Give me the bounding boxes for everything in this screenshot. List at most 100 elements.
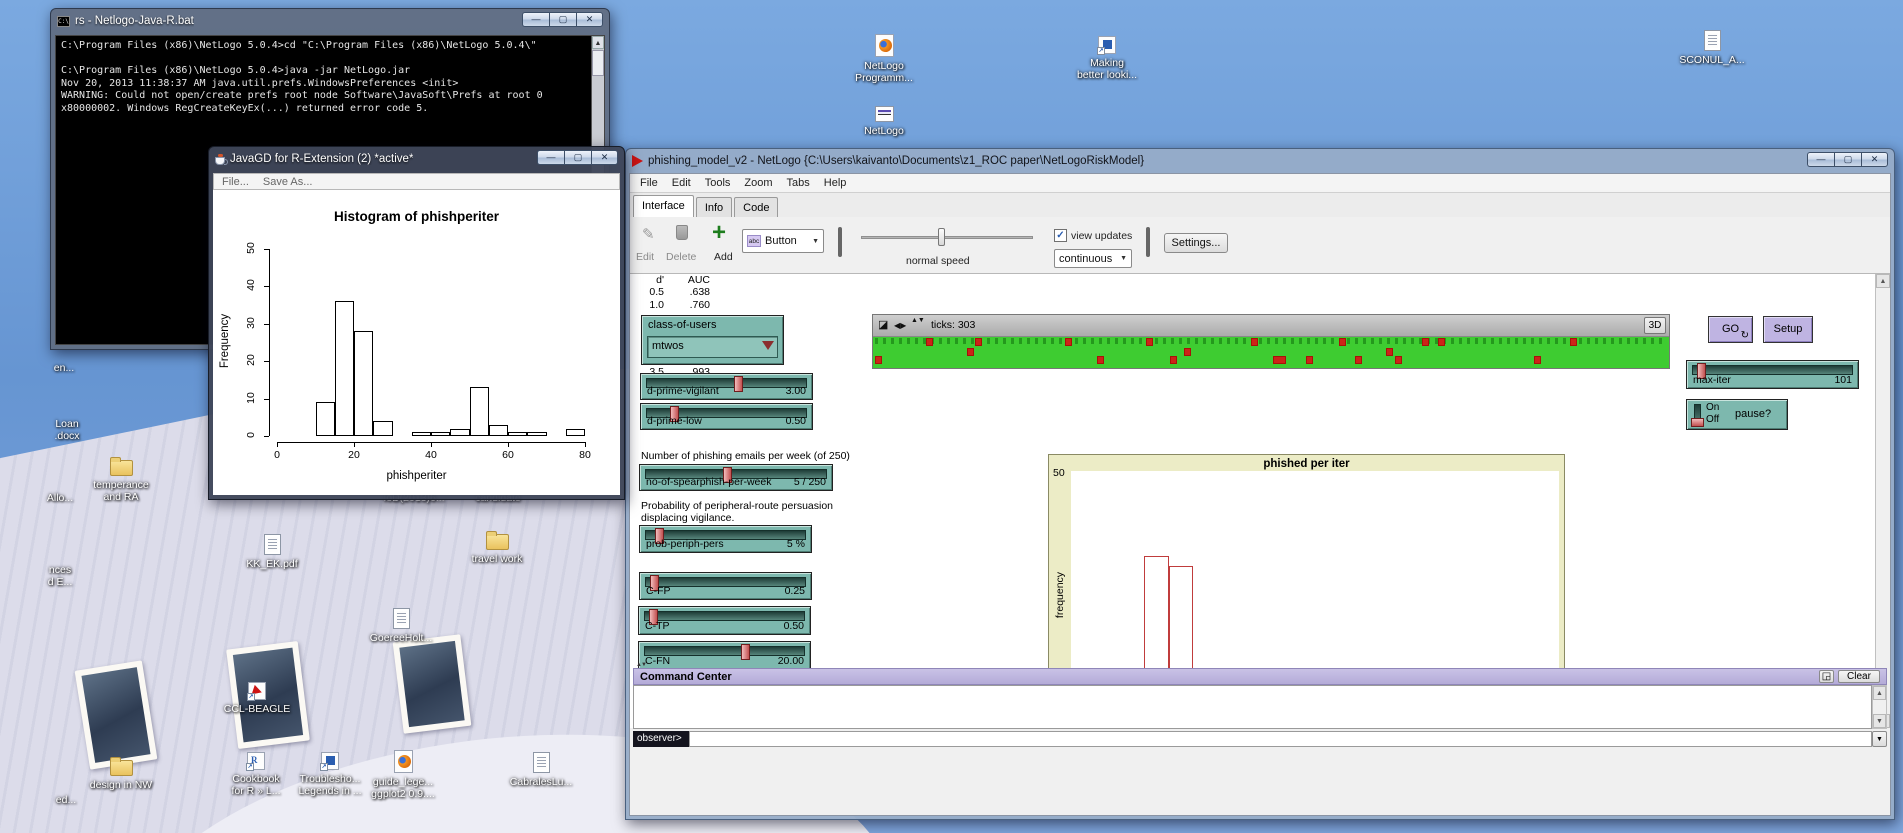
tab-code[interactable]: Code: [734, 197, 778, 217]
speed-slider-track[interactable]: [861, 236, 1033, 239]
javagd-menu-file[interactable]: File...: [222, 176, 249, 188]
agent-glyph: [875, 338, 878, 344]
tab-interface[interactable]: Interface: [633, 195, 694, 217]
view-updates-checkbox[interactable]: ✓: [1054, 229, 1067, 242]
dprime-auc-row: 0.5.638: [630, 286, 716, 299]
desktop-icon-guide-lege-[interactable]: guide_lege...ggplot2 0.9....: [355, 750, 451, 800]
javagd-menu-saveas[interactable]: Save As...: [263, 176, 313, 188]
desktop-icon-nces[interactable]: ncesd E...: [12, 564, 108, 588]
delete-icon[interactable]: [676, 225, 688, 240]
slider-c-fn[interactable]: C-FN20.00: [638, 641, 811, 670]
minimize-button[interactable]: —: [537, 150, 564, 165]
command-center-popout-icon[interactable]: ◲: [1819, 670, 1834, 683]
view-zoom-icon: ◪: [878, 318, 888, 331]
menu-help[interactable]: Help: [818, 175, 853, 191]
agent-glyph: [1643, 338, 1646, 344]
close-button[interactable]: ✕: [591, 150, 618, 165]
slider-no-of-spearphish-per-week[interactable]: no-of-spearphish-per-week5 / 250: [639, 464, 833, 491]
desktop-icon-loan[interactable]: Loan.docx: [19, 418, 115, 442]
scroll-up-arrow[interactable]: ▲: [1873, 686, 1886, 700]
close-button[interactable]: ✕: [1861, 152, 1888, 167]
menu-file[interactable]: File: [634, 175, 664, 191]
switch-on-label: On: [1706, 402, 1719, 413]
command-center-output[interactable]: [633, 685, 1872, 729]
minimize-button[interactable]: —: [522, 12, 549, 27]
doc-icon: [1664, 30, 1760, 51]
slider-max-iter[interactable]: max-iter101: [1686, 360, 1859, 389]
menu-tabs[interactable]: Tabs: [781, 175, 816, 191]
edit-icon[interactable]: ✎: [642, 225, 655, 243]
desktop-icon-goereeholt-[interactable]: GoereeHolt...: [353, 608, 449, 644]
desktop-icon-design-in-nw[interactable]: design in NW: [73, 760, 169, 791]
agent-glyph: [987, 338, 990, 344]
slider-c-fp[interactable]: C-FP0.25: [639, 572, 812, 600]
command-input[interactable]: [689, 731, 1872, 747]
menu-edit[interactable]: Edit: [666, 175, 697, 191]
forever-icon: ↻: [1741, 331, 1749, 341]
cc-output-scrollbar[interactable]: ▲ ▼: [1872, 685, 1887, 729]
tab-info[interactable]: Info: [696, 197, 732, 217]
speed-label: normal speed: [906, 255, 970, 267]
desktop-icon-en-[interactable]: en...: [16, 362, 112, 374]
scroll-down-arrow[interactable]: ▼: [1873, 714, 1886, 728]
agent-glyph: [1155, 338, 1158, 344]
agent-glyph: [1467, 338, 1470, 344]
desktop-icon-kk-ek-pdf[interactable]: KK_EK.pdf: [224, 534, 320, 570]
speed-slider-handle[interactable]: [938, 228, 945, 246]
desktop-icon-sconul-a-[interactable]: SCONUL_A...: [1664, 30, 1760, 66]
desktop-icon-cabraleslu-[interactable]: CabralesLu...: [493, 752, 589, 788]
desktop-icon-travel-work[interactable]: travel work: [449, 534, 545, 565]
desktop-icon-netlogo[interactable]: NetLogoProgramm...: [836, 34, 932, 84]
command-history-dropdown[interactable]: ▼: [1872, 731, 1887, 747]
switch-handle[interactable]: [1691, 418, 1704, 427]
interface-vertical-scrollbar[interactable]: ▲ ▼: [1875, 274, 1890, 728]
javagd-titlebar[interactable]: JavaGD for R-Extension (2) *active* — ▢ …: [209, 147, 624, 171]
desktop-icon-ccl-beagle[interactable]: ↗CCL-BEAGLE: [209, 682, 305, 715]
agent-glyph: [899, 338, 902, 344]
observer-prompt: observer>: [633, 731, 689, 747]
menu-zoom[interactable]: Zoom: [738, 175, 778, 191]
chevron-down-icon: [762, 341, 774, 350]
3d-button[interactable]: 3D: [1644, 317, 1666, 334]
world-view-canvas[interactable]: [873, 337, 1669, 368]
histogram-bar: [316, 402, 335, 436]
maximize-button[interactable]: ▢: [564, 150, 591, 165]
red-agent-square: [1306, 356, 1313, 364]
slider-prob-periph-pers[interactable]: prob-periph-pers5 %: [639, 525, 812, 553]
class-of-users-chooser[interactable]: class-of-usersmtwos: [641, 315, 784, 365]
scroll-thumb[interactable]: [592, 50, 604, 76]
pause-switch[interactable]: OnOffpause?: [1686, 399, 1788, 430]
desktop-icon-temperance[interactable]: temperanceand RA: [73, 460, 169, 503]
slider-c-tp[interactable]: C-TP0.50: [638, 606, 811, 635]
agent-glyph: [1619, 338, 1622, 344]
world-view[interactable]: ◪◀▶▲ ▼ticks: 3033D: [872, 314, 1670, 369]
add-icon[interactable]: +: [712, 219, 726, 247]
settings-button[interactable]: Settings...: [1164, 233, 1228, 253]
maximize-button[interactable]: ▢: [549, 12, 576, 27]
agent-glyph: [1099, 338, 1102, 344]
scroll-up-arrow[interactable]: ▲: [592, 36, 604, 49]
scroll-up-arrow[interactable]: ▲: [1876, 274, 1890, 288]
desktop-icon-label: CCL-BEAGLE: [209, 703, 305, 715]
update-mode-dropdown[interactable]: continuous ▼: [1054, 249, 1132, 268]
maximize-button[interactable]: ▢: [1834, 152, 1861, 167]
widget-type-dropdown[interactable]: abc Button ▼: [742, 229, 824, 253]
netlogo-titlebar[interactable]: phishing_model_v2 - NetLogo {C:\Users\ka…: [626, 149, 1894, 173]
desktop-icon-ed-[interactable]: ed...: [18, 794, 114, 806]
menu-tools[interactable]: Tools: [699, 175, 737, 191]
go-button[interactable]: GO↻: [1708, 316, 1753, 343]
agent-glyph: [1507, 338, 1510, 344]
clear-button[interactable]: Clear: [1838, 670, 1880, 683]
minimize-button[interactable]: —: [1807, 152, 1834, 167]
slider-d-prime-vigilant[interactable]: d-prime-vigilant3.00: [640, 373, 813, 400]
cmd-titlebar[interactable]: C:\ rs - Netlogo-Java-R.bat — ▢ ✕: [51, 9, 609, 33]
desktop-icon-making[interactable]: ↗Makingbetter looki...: [1059, 36, 1155, 81]
javagd-window: JavaGD for R-Extension (2) *active* — ▢ …: [208, 146, 625, 500]
close-button[interactable]: ✕: [576, 12, 603, 27]
setup-button[interactable]: Setup: [1763, 316, 1813, 343]
agent-glyph: [995, 338, 998, 344]
netlogo-title: phishing_model_v2 - NetLogo {C:\Users\ka…: [648, 155, 1144, 167]
desktop-icon-netlogo[interactable]: NetLogo: [836, 106, 932, 137]
slider-d-prime-low[interactable]: d-prime-low0.50: [640, 403, 813, 430]
chooser-field[interactable]: mtwos: [647, 336, 778, 358]
